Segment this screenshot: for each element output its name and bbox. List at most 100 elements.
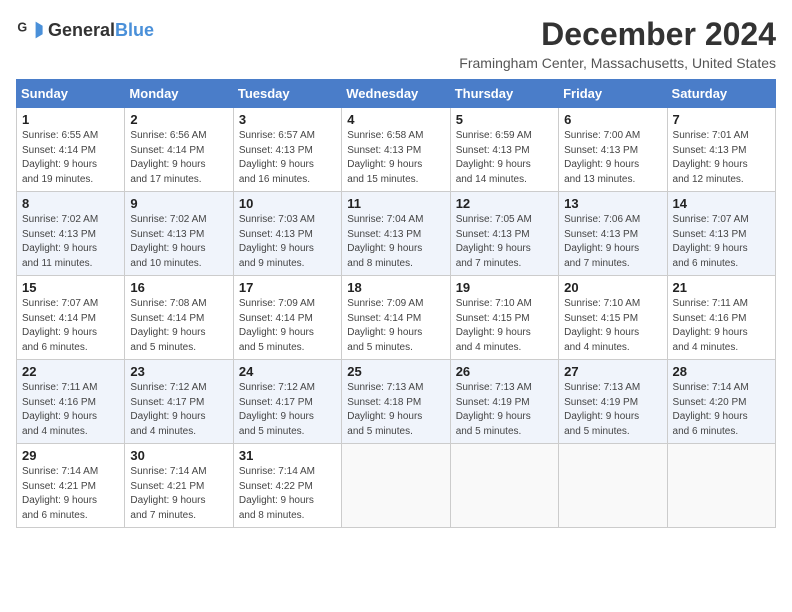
day-number: 28 (673, 364, 770, 379)
day-number: 10 (239, 196, 336, 211)
day-info: Sunrise: 6:56 AM Sunset: 4:14 PM Dayligh… (130, 129, 227, 187)
day-info: Sunrise: 7:09 AM Sunset: 4:14 PM Dayligh… (347, 297, 444, 355)
calendar-day-cell: 2 Sunrise: 6:56 AM Sunset: 4:14 PM Daylig… (125, 108, 233, 192)
day-number: 22 (22, 364, 119, 379)
day-number: 5 (456, 112, 553, 127)
day-info: Sunrise: 7:14 AM Sunset: 4:22 PM Dayligh… (239, 465, 336, 523)
calendar-day-cell: 18Sunrise: 7:09 AM Sunset: 4:14 PM Dayli… (342, 276, 450, 360)
logo: G GeneralBlue (16, 16, 154, 44)
svg-text:G: G (17, 20, 27, 34)
day-of-week-header: Thursday (450, 80, 558, 108)
day-info: Sunrise: 7:01 AM Sunset: 4:13 PM Dayligh… (673, 129, 770, 187)
day-number: 17 (239, 280, 336, 295)
day-number: 26 (456, 364, 553, 379)
calendar-day-cell: 26Sunrise: 7:13 AM Sunset: 4:19 PM Dayli… (450, 360, 558, 444)
calendar-day-cell: 21Sunrise: 7:11 AM Sunset: 4:16 PM Dayli… (667, 276, 775, 360)
day-number: 15 (22, 280, 119, 295)
day-number: 30 (130, 448, 227, 463)
calendar-day-cell: 9 Sunrise: 7:02 AM Sunset: 4:13 PM Daylig… (125, 192, 233, 276)
day-info: Sunrise: 7:03 AM Sunset: 4:13 PM Dayligh… (239, 213, 336, 271)
day-info: Sunrise: 7:14 AM Sunset: 4:20 PM Dayligh… (673, 381, 770, 439)
calendar-day-cell: 28 Sunrise: 7:14 AM Sunset: 4:20 PM Dayli… (667, 360, 775, 444)
calendar-day-cell: 15 Sunrise: 7:07 AM Sunset: 4:14 PM Dayli… (17, 276, 125, 360)
day-number: 14 (673, 196, 770, 211)
day-info: Sunrise: 7:11 AM Sunset: 4:16 PM Dayligh… (22, 381, 119, 439)
day-info: Sunrise: 7:06 AM Sunset: 4:13 PM Dayligh… (564, 213, 661, 271)
day-info: Sunrise: 7:07 AM Sunset: 4:13 PM Dayligh… (673, 213, 770, 271)
day-number: 20 (564, 280, 661, 295)
calendar-day-cell: 3 Sunrise: 6:57 AM Sunset: 4:13 PM Daylig… (233, 108, 341, 192)
calendar-day-cell: 16Sunrise: 7:08 AM Sunset: 4:14 PM Dayli… (125, 276, 233, 360)
day-info: Sunrise: 7:00 AM Sunset: 4:13 PM Dayligh… (564, 129, 661, 187)
day-number: 25 (347, 364, 444, 379)
logo-general-text: GeneralBlue (48, 20, 154, 41)
calendar-day-cell: 14 Sunrise: 7:07 AM Sunset: 4:13 PM Dayli… (667, 192, 775, 276)
day-info: Sunrise: 7:09 AM Sunset: 4:14 PM Dayligh… (239, 297, 336, 355)
day-info: Sunrise: 7:07 AM Sunset: 4:14 PM Dayligh… (22, 297, 119, 355)
day-info: Sunrise: 7:08 AM Sunset: 4:14 PM Dayligh… (130, 297, 227, 355)
calendar-day-cell: 22 Sunrise: 7:11 AM Sunset: 4:16 PM Dayli… (17, 360, 125, 444)
day-info: Sunrise: 6:57 AM Sunset: 4:13 PM Dayligh… (239, 129, 336, 187)
day-number: 21 (673, 280, 770, 295)
calendar-day-cell: 4 Sunrise: 6:58 AM Sunset: 4:13 PM Daylig… (342, 108, 450, 192)
day-info: Sunrise: 7:10 AM Sunset: 4:15 PM Dayligh… (456, 297, 553, 355)
calendar-day-cell: 23Sunrise: 7:12 AM Sunset: 4:17 PM Dayli… (125, 360, 233, 444)
day-number: 29 (22, 448, 119, 463)
day-of-week-header: Friday (559, 80, 667, 108)
day-info: Sunrise: 7:02 AM Sunset: 4:13 PM Dayligh… (22, 213, 119, 271)
day-info: Sunrise: 6:58 AM Sunset: 4:13 PM Dayligh… (347, 129, 444, 187)
calendar-day-cell (559, 444, 667, 528)
calendar-day-cell: 31 Sunrise: 7:14 AM Sunset: 4:22 PM Dayli… (233, 444, 341, 528)
calendar-day-cell: 8 Sunrise: 7:02 AM Sunset: 4:13 PM Daylig… (17, 192, 125, 276)
day-number: 8 (22, 196, 119, 211)
calendar-day-cell: 7Sunrise: 7:01 AM Sunset: 4:13 PM Daylig… (667, 108, 775, 192)
header: G GeneralBlue December 2024 Framingham C… (16, 16, 776, 71)
day-number: 12 (456, 196, 553, 211)
day-number: 4 (347, 112, 444, 127)
calendar-day-cell: 6Sunrise: 7:00 AM Sunset: 4:13 PM Daylig… (559, 108, 667, 192)
day-number: 24 (239, 364, 336, 379)
location-subtitle: Framingham Center, Massachusetts, United… (459, 55, 776, 71)
calendar-day-cell: 10 Sunrise: 7:03 AM Sunset: 4:13 PM Dayli… (233, 192, 341, 276)
day-info: Sunrise: 6:55 AM Sunset: 4:14 PM Dayligh… (22, 129, 119, 187)
calendar-day-cell: 17 Sunrise: 7:09 AM Sunset: 4:14 PM Dayli… (233, 276, 341, 360)
day-number: 1 (22, 112, 119, 127)
calendar-day-cell: 12Sunrise: 7:05 AM Sunset: 4:13 PM Dayli… (450, 192, 558, 276)
day-info: Sunrise: 7:02 AM Sunset: 4:13 PM Dayligh… (130, 213, 227, 271)
day-info: Sunrise: 7:04 AM Sunset: 4:13 PM Dayligh… (347, 213, 444, 271)
calendar-day-cell: 13 Sunrise: 7:06 AM Sunset: 4:13 PM Dayli… (559, 192, 667, 276)
calendar-day-cell: 20 Sunrise: 7:10 AM Sunset: 4:15 PM Dayli… (559, 276, 667, 360)
day-info: Sunrise: 7:12 AM Sunset: 4:17 PM Dayligh… (239, 381, 336, 439)
day-number: 31 (239, 448, 336, 463)
calendar-day-cell: 24 Sunrise: 7:12 AM Sunset: 4:17 PM Dayli… (233, 360, 341, 444)
day-info: Sunrise: 7:10 AM Sunset: 4:15 PM Dayligh… (564, 297, 661, 355)
calendar-day-cell: 29 Sunrise: 7:14 AM Sunset: 4:21 PM Dayli… (17, 444, 125, 528)
calendar-week-row: 8 Sunrise: 7:02 AM Sunset: 4:13 PM Daylig… (17, 192, 776, 276)
day-number: 2 (130, 112, 227, 127)
title-block: December 2024 Framingham Center, Massach… (459, 16, 776, 71)
calendar-day-cell: 25Sunrise: 7:13 AM Sunset: 4:18 PM Dayli… (342, 360, 450, 444)
day-number: 9 (130, 196, 227, 211)
day-of-week-header: Wednesday (342, 80, 450, 108)
calendar-day-cell: 11 Sunrise: 7:04 AM Sunset: 4:13 PM Dayli… (342, 192, 450, 276)
day-number: 3 (239, 112, 336, 127)
day-of-week-header: Tuesday (233, 80, 341, 108)
day-info: Sunrise: 6:59 AM Sunset: 4:13 PM Dayligh… (456, 129, 553, 187)
day-info: Sunrise: 7:14 AM Sunset: 4:21 PM Dayligh… (22, 465, 119, 523)
calendar-header-row: SundayMondayTuesdayWednesdayThursdayFrid… (17, 80, 776, 108)
calendar-day-cell (450, 444, 558, 528)
day-of-week-header: Monday (125, 80, 233, 108)
day-of-week-header: Saturday (667, 80, 775, 108)
day-number: 23 (130, 364, 227, 379)
day-number: 13 (564, 196, 661, 211)
day-number: 27 (564, 364, 661, 379)
calendar-day-cell: 19Sunrise: 7:10 AM Sunset: 4:15 PM Dayli… (450, 276, 558, 360)
calendar-week-row: 15 Sunrise: 7:07 AM Sunset: 4:14 PM Dayli… (17, 276, 776, 360)
calendar-table: SundayMondayTuesdayWednesdayThursdayFrid… (16, 79, 776, 528)
calendar-day-cell: 30Sunrise: 7:14 AM Sunset: 4:21 PM Dayli… (125, 444, 233, 528)
calendar-day-cell (667, 444, 775, 528)
day-number: 11 (347, 196, 444, 211)
calendar-day-cell: 27Sunrise: 7:13 AM Sunset: 4:19 PM Dayli… (559, 360, 667, 444)
calendar-week-row: 1 Sunrise: 6:55 AM Sunset: 4:14 PM Daylig… (17, 108, 776, 192)
day-of-week-header: Sunday (17, 80, 125, 108)
